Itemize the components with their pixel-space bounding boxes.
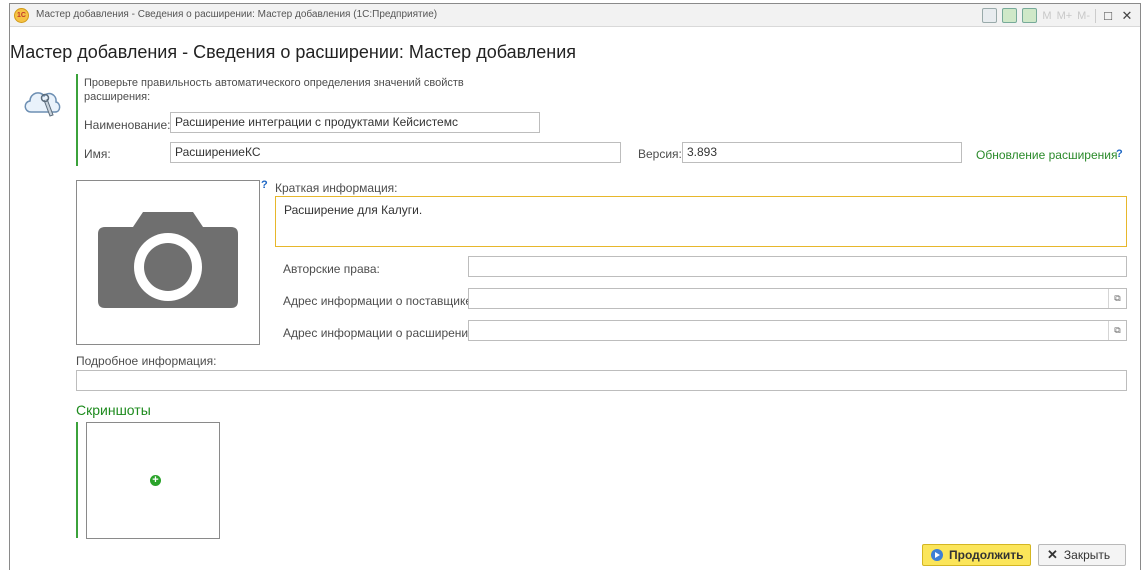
page-title: Мастер добавления - Сведения о расширени… (10, 42, 577, 62)
open-link-icon[interactable]: ⧉ (1108, 321, 1126, 340)
extension-url-label: Адрес информации о расширении: (283, 326, 479, 340)
continue-button[interactable]: Продолжить (922, 544, 1031, 566)
1c-logo-icon: 1С (14, 8, 29, 23)
close-icon: ✕ (1047, 547, 1058, 562)
id-label: Имя: (84, 147, 111, 161)
maximize-button[interactable]: □ (1101, 8, 1115, 23)
details-field[interactable] (76, 370, 1127, 391)
logo-picture[interactable] (76, 180, 260, 345)
title-bar: 1С Мастер добавления - Сведения о расшир… (10, 4, 1140, 27)
header-group-bar (76, 74, 78, 166)
screenshots-area[interactable]: + (86, 422, 220, 539)
short-info-field[interactable]: Расширение для Калуги. (275, 196, 1127, 247)
picture-help-icon[interactable]: ? (261, 179, 268, 191)
print-icon[interactable] (982, 8, 998, 23)
copyright-field[interactable] (468, 256, 1127, 277)
cloud-wrench-icon (24, 92, 61, 117)
id-field[interactable]: РасширениеКС (170, 142, 621, 163)
camera-icon (98, 212, 238, 308)
close-button-label: Закрыть (1063, 548, 1111, 562)
close-window-button[interactable]: ✕ (1120, 8, 1134, 23)
close-button[interactable]: ✕ Закрыть (1038, 544, 1126, 566)
update-extension-link[interactable]: Обновление расширения (976, 148, 1117, 162)
name-field[interactable]: Расширение интеграции с продуктами Кейси… (170, 112, 540, 133)
form-window: 1С Мастер добавления - Сведения о расшир… (9, 3, 1141, 570)
toolbar-divider (1095, 8, 1096, 23)
intro-text: Проверьте правильность автоматического о… (84, 77, 464, 103)
open-link-icon[interactable]: ⧉ (1108, 289, 1126, 308)
vendor-url-label: Адрес информации о поставщике: (283, 294, 476, 308)
memory-minus-button[interactable]: M- (1077, 10, 1090, 22)
version-field[interactable]: 3.893 (682, 142, 962, 163)
help-icon[interactable]: ? (1116, 148, 1123, 160)
screenshots-group-bar (76, 422, 78, 538)
vendor-url-field[interactable]: ⧉ (468, 288, 1127, 309)
arrow-right-icon (931, 549, 943, 561)
details-label: Подробное информация: (76, 354, 217, 368)
calculator-icon[interactable] (1002, 8, 1018, 23)
extension-url-field[interactable]: ⧉ (468, 320, 1127, 341)
plus-circle-icon[interactable]: + (150, 475, 161, 486)
short-info-label: Краткая информация: (275, 181, 398, 195)
name-label: Наименование: (84, 118, 171, 132)
memory-m-button[interactable]: M (1042, 10, 1051, 22)
copyright-label: Авторские права: (283, 262, 380, 276)
window-title: Мастер добавления - Сведения о расширени… (36, 9, 438, 20)
continue-button-label: Продолжить (949, 548, 1024, 562)
screenshots-title: Скриншоты (76, 402, 151, 418)
version-label: Версия: (638, 147, 682, 161)
calendar-icon[interactable] (1022, 8, 1038, 23)
title-toolbar: M M+ M- □ ✕ (982, 7, 1134, 24)
memory-plus-button[interactable]: M+ (1057, 10, 1073, 22)
